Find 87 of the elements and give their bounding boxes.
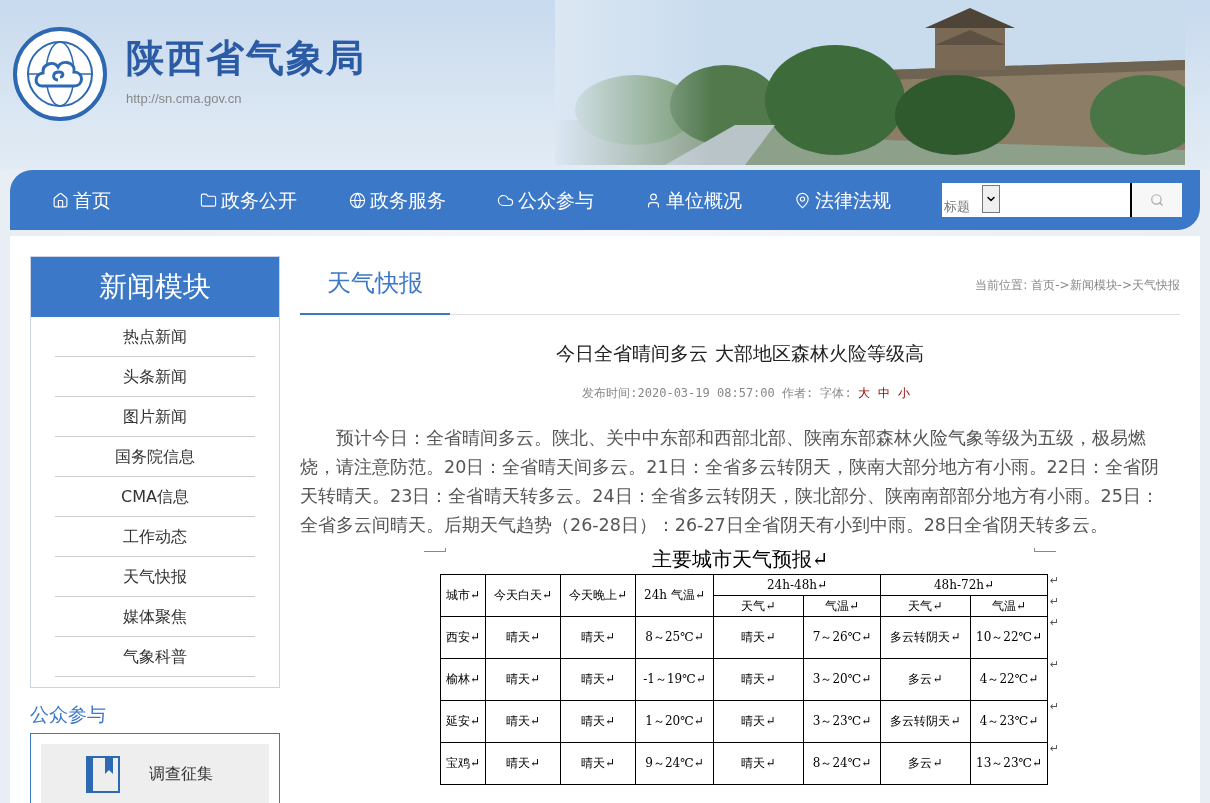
table-cell: 晴天↵ [485,616,561,658]
column-header: 城市↵ [440,574,486,616]
table-cell: 多云转阴天↵ [880,616,971,658]
table-title: 主要城市天气预报↵ [651,545,829,573]
font-size-link[interactable]: 中 [875,383,892,402]
sidebar-item[interactable]: 媒体聚焦 [55,597,255,637]
article-title: 今日全省晴间多云 大部地区森林火险等级高 [555,341,925,366]
table-cell: 1～20℃↵ [635,700,714,742]
column-header: 48h-72h↵ [880,574,1048,595]
sidebar-item[interactable]: 图片新闻 [55,397,255,437]
table-cell: 9～24℃↵ [635,742,714,784]
sidebar-item[interactable]: 工作动态 [55,517,255,557]
column-header: 天气↵ [713,595,804,616]
sidebar-title: 新闻模块 [31,257,279,317]
sidebar-item[interactable]: 国务院信息 [55,437,255,477]
column-header: 24h 气温↵ [635,574,714,616]
table-cell: 晴天↵ [560,742,636,784]
nav-link[interactable]: 政务公开 [200,185,349,215]
table-cell: 多云转阴天↵ [880,700,971,742]
search-icon [1150,193,1164,207]
paragraph-mark: ↵ [1050,657,1060,673]
sidebar-item[interactable]: 气象科普 [55,637,255,677]
map-pin-icon [793,191,811,209]
table-cell: 8～25℃↵ [635,616,714,658]
search-button[interactable] [1132,183,1182,217]
font-size-link[interactable]: 小 [895,383,912,402]
search-type-select[interactable]: 标题 [942,183,1002,217]
paragraph-mark: ↵ [1050,615,1060,631]
table-cell: 13～23℃↵ [970,742,1048,784]
font-size-link[interactable]: 大 [855,383,872,402]
table-cell: 4～23℃↵ [970,700,1048,742]
table-cell: 晴天↵ [560,700,636,742]
sidebar-item[interactable]: 头条新闻 [55,357,255,397]
table-cell: 7～26℃↵ [803,616,881,658]
column-header: 天气↵ [880,595,971,616]
table-cell: 延安↵ [440,700,486,742]
nav-link[interactable]: 政务服务 [348,185,497,215]
article-meta: 发布时间:2020-03-19 08:57:00 作者: 字体: [582,384,852,402]
nav-link[interactable]: 公众参与 [497,185,646,215]
table-cell: 晴天↵ [485,742,561,784]
column-header: 今天白天↵ [485,574,561,616]
table-cell: 榆林↵ [440,658,486,700]
table-cell: 3～20℃↵ [803,658,881,700]
paragraph-mark: ↵ [1050,594,1060,610]
table-cell: 晴天↵ [485,700,561,742]
sidebar-item[interactable]: 天气快报 [55,557,255,597]
table-cell: 晴天↵ [560,616,636,658]
nav-link[interactable]: 单位概况 [645,185,794,215]
survey-button[interactable]: 调查征集 [41,743,269,803]
table-cell: 8～24℃↵ [803,742,881,784]
paragraph-mark: ↵ [1050,741,1060,757]
breadcrumb: 当前位置: 首页->新闻模块->天气快报 [975,277,1180,294]
table-cell: 西安↵ [440,616,486,658]
table-cell: -1～19℃↵ [635,658,714,700]
table-cell: 3～23℃↵ [803,700,881,742]
column-header: 气温↵ [970,595,1048,616]
sidebar-item[interactable]: CMA信息 [55,477,255,517]
table-cell: 多云↵ [880,658,971,700]
folder-icon [200,191,218,209]
column-header: 24h-48h↵ [713,574,881,595]
paragraph-mark: ↵ [1050,573,1060,589]
table-cell: 晴天↵ [713,616,804,658]
table-cell: 4～22℃↵ [970,658,1048,700]
search-field[interactable] [1002,183,1132,217]
site-url: http://sn.cma.gov.cn [126,90,243,109]
table-cell: 晴天↵ [713,742,804,784]
column-header: 气温↵ [803,595,881,616]
table-cell: 10～22℃↵ [970,616,1048,658]
nav-link[interactable]: 首页 [52,185,201,215]
site-title: 陕西省气象局 [126,39,366,78]
page-heading: 天气快报 [300,265,450,315]
nav-link[interactable]: 法律法规 [793,185,942,215]
paragraph-mark: ↵ [1050,699,1060,715]
globe-icon [348,191,366,209]
book-icon [85,753,121,794]
sidebar-item[interactable]: 热点新闻 [55,317,255,357]
article-body: 预计今日：全省晴间多云。陕北、关中中东部和西部北部、陕南东部森林火险气象等级为五级，极易燃烧，请注意防范。20日：全省晴天间多云。21日：全省多云转阴天，陕南大部分地方有小雨。22日：全省阴天转晴天。23日：全省晴天转多云。24日：全省多云转阴天，陕北部分、陕南南部部分地方有小雨。25日：全省多云间晴天。后期天气趋势（26-28日）：26-27日全省阴天有小到中雨。28日全省阴天转多云。 [300,426,1160,537]
logo-icon [12,26,108,122]
home-icon [52,191,69,209]
table-cell: 晴天↵ [713,700,804,742]
table-cell: 宝鸡↵ [440,742,486,784]
table-cell: 晴天↵ [560,658,636,700]
table-cell: 多云↵ [880,742,971,784]
table-cell: 晴天↵ [485,658,561,700]
table-cell: 晴天↵ [713,658,804,700]
column-header: 今天晚上↵ [560,574,636,616]
section-heading: 公众参与 [30,702,107,727]
